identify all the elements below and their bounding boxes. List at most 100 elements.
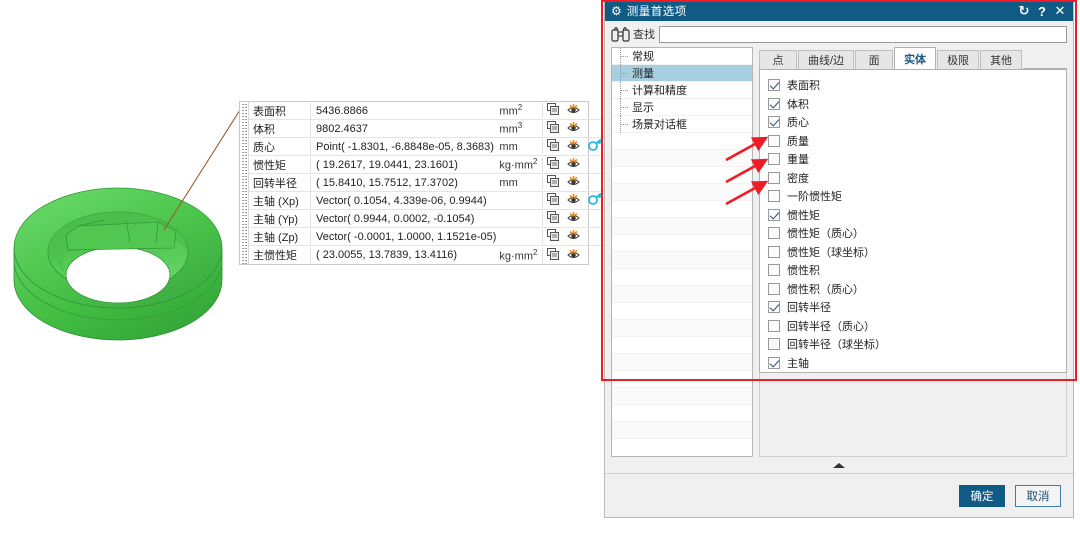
eye-icon[interactable] (563, 139, 584, 154)
copy-icon[interactable] (542, 193, 563, 208)
option-row[interactable]: 一阶惯性矩 (768, 187, 1066, 206)
copy-icon[interactable] (542, 229, 563, 244)
solid-measurement-options-list[interactable]: 表面积体积 质心 质量 重量 密度 一阶惯性矩 惯性矩 惯性矩（质心） 惯性矩（球坐标） 惯性积惯… (759, 69, 1067, 373)
option-row[interactable]: 惯性矩（球坐标） (768, 243, 1066, 262)
checkbox[interactable] (768, 97, 780, 110)
measure-label: 质心 (249, 138, 311, 155)
dialog-body: 常规测量计算和精度 显示场景对话框 点曲线/边面实体 极限 其他 表面积体积 质心 质量重… (605, 45, 1073, 457)
table-row[interactable]: 主轴 (Yp) Vector( 0.9944, 0.0002, -0.1054) (249, 210, 607, 228)
table-row[interactable]: 质心 Point( -1.8301, -6.8848e-05, 8.3683) mm (249, 138, 607, 156)
cancel-button[interactable]: 取消 (1015, 484, 1061, 507)
copy-icon[interactable] (542, 157, 563, 172)
option-label: 表面积 (787, 80, 820, 93)
collapse-up-arrow-icon[interactable] (833, 462, 845, 468)
table-row[interactable]: 主轴 (Xp) Vector( 0.1054, 4.339e-06, 0.9944… (249, 192, 607, 210)
unit-exponent: 2 (517, 103, 523, 113)
tab-1[interactable]: 曲线/边 (798, 50, 855, 69)
table-row[interactable]: 回转半径 ( 15.8410, 15.7512, 17.3702) mm (249, 174, 607, 192)
table-row[interactable]: 惯性矩 ( 19.2617, 19.0441, 23.1601) kg·mm2 (249, 156, 607, 174)
ok-button[interactable]: 确定 (959, 484, 1005, 507)
option-row[interactable]: 重量 (768, 150, 1066, 169)
tree-twig (620, 90, 628, 91)
checkbox[interactable] (768, 153, 780, 166)
tab-0[interactable]: 点 (759, 50, 797, 69)
tree-empty-row (612, 303, 752, 320)
copy-icon[interactable] (542, 211, 563, 226)
copy-icon[interactable] (542, 175, 563, 190)
copy-icon[interactable] (542, 121, 563, 136)
option-row[interactable]: 惯性积（质心） (768, 280, 1066, 299)
option-row[interactable]: 质量 (768, 132, 1066, 151)
tab-strip[interactable]: 点曲线/边面实体 极限 其他 (759, 47, 1067, 69)
checkbox[interactable] (768, 319, 780, 332)
unit-exponent: 2 (533, 247, 538, 257)
checkbox[interactable] (768, 282, 780, 295)
search-input[interactable] (659, 25, 1067, 43)
checkbox[interactable] (768, 134, 780, 147)
table-row[interactable]: 主惯性矩 ( 23.0055, 13.7839, 13.4116) kg·mm2 (249, 246, 606, 264)
tab-3[interactable]: 实体 (894, 47, 937, 69)
dialog-titlebar[interactable]: ⚙ 测量首选项 ↻ ? ✕ (605, 1, 1073, 21)
option-row[interactable]: 表面积 (768, 76, 1066, 95)
eye-icon[interactable] (563, 103, 584, 118)
tree-item-3[interactable]: 显示 (612, 99, 752, 116)
eye-icon[interactable] (563, 157, 584, 172)
checkbox[interactable] (768, 116, 780, 129)
dialog-button-bar: 确定 取消 (605, 473, 1073, 517)
copy-icon[interactable] (542, 139, 563, 154)
eye-icon[interactable] (563, 248, 584, 263)
close-icon[interactable]: ✕ (1051, 3, 1069, 19)
checkbox[interactable] (768, 227, 780, 240)
checkbox[interactable] (768, 264, 780, 277)
tab-2[interactable]: 面 (855, 50, 894, 69)
copy-icon[interactable] (542, 247, 563, 263)
tree-item-1[interactable]: 测量 (612, 65, 752, 82)
eye-icon[interactable] (563, 193, 584, 208)
option-row[interactable]: 回转半径（质心） (768, 317, 1066, 336)
checkbox[interactable] (768, 356, 780, 369)
eye-icon[interactable] (563, 175, 584, 190)
eye-icon[interactable] (563, 121, 584, 136)
option-row[interactable]: 回转半径 (768, 298, 1066, 317)
checkbox[interactable] (768, 301, 780, 314)
option-row[interactable]: 惯性矩（质心） (768, 224, 1066, 243)
tree-item-2[interactable]: 计算和精度 (612, 82, 752, 99)
table-drag-grip[interactable] (240, 102, 249, 264)
table-row[interactable]: 表面积 5436.8866 mm2 (249, 102, 607, 120)
option-row[interactable]: 密度 (768, 169, 1066, 188)
help-icon[interactable]: ? (1033, 4, 1051, 19)
tree-empty-row (612, 422, 752, 439)
unit-exponent: 3 (517, 121, 523, 131)
checkbox[interactable] (768, 245, 780, 258)
eye-icon[interactable] (563, 229, 584, 244)
checkbox[interactable] (768, 79, 780, 92)
option-row[interactable]: 惯性矩 (768, 206, 1066, 225)
eye-icon[interactable] (563, 211, 584, 226)
tree-empty-row (612, 354, 752, 371)
tree-empty-row (612, 388, 752, 405)
measure-value: 5436.8866 (316, 104, 368, 117)
option-row[interactable]: 主轴 (768, 354, 1066, 373)
measure-preferences-dialog[interactable]: ⚙ 测量首选项 ↻ ? ✕ 查找 常规 测量 计算和精度 显示 场景对话框 点 … (604, 0, 1074, 518)
option-row[interactable]: 质心 (768, 113, 1066, 132)
tree-item-label: 场景对话框 (632, 119, 687, 131)
preferences-tree[interactable]: 常规测量计算和精度 显示场景对话框 (611, 47, 753, 457)
reset-icon[interactable]: ↻ (1015, 3, 1033, 19)
measure-value: ( 15.8410, 15.7512, 17.3702) (316, 176, 458, 189)
checkbox[interactable] (768, 190, 780, 203)
option-row[interactable]: 惯性积 (768, 261, 1066, 280)
checkbox[interactable] (768, 171, 780, 184)
copy-icon[interactable] (542, 103, 563, 118)
tree-item-0[interactable]: 常规 (612, 48, 752, 65)
checkbox[interactable] (768, 208, 780, 221)
tab-5[interactable]: 其他 (980, 50, 1023, 69)
tree-item-4[interactable]: 场景对话框 (612, 116, 752, 133)
tab-4[interactable]: 极限 (937, 50, 980, 69)
tree-item-label: 测量 (632, 68, 654, 80)
checkbox[interactable] (768, 338, 780, 351)
table-row[interactable]: 主轴 (Zp) Vector( -0.0001, 1.0000, 1.1521e-… (249, 228, 607, 246)
table-row[interactable]: 体积 9802.4637 mm3 (249, 120, 607, 138)
measurement-result-table[interactable]: 表面积 5436.8866 mm2 体积 9802.4637 mm3 质心 Point( -1… (239, 101, 617, 265)
option-row[interactable]: 体积 (768, 95, 1066, 114)
option-row[interactable]: 回转半径（球坐标） (768, 335, 1066, 354)
